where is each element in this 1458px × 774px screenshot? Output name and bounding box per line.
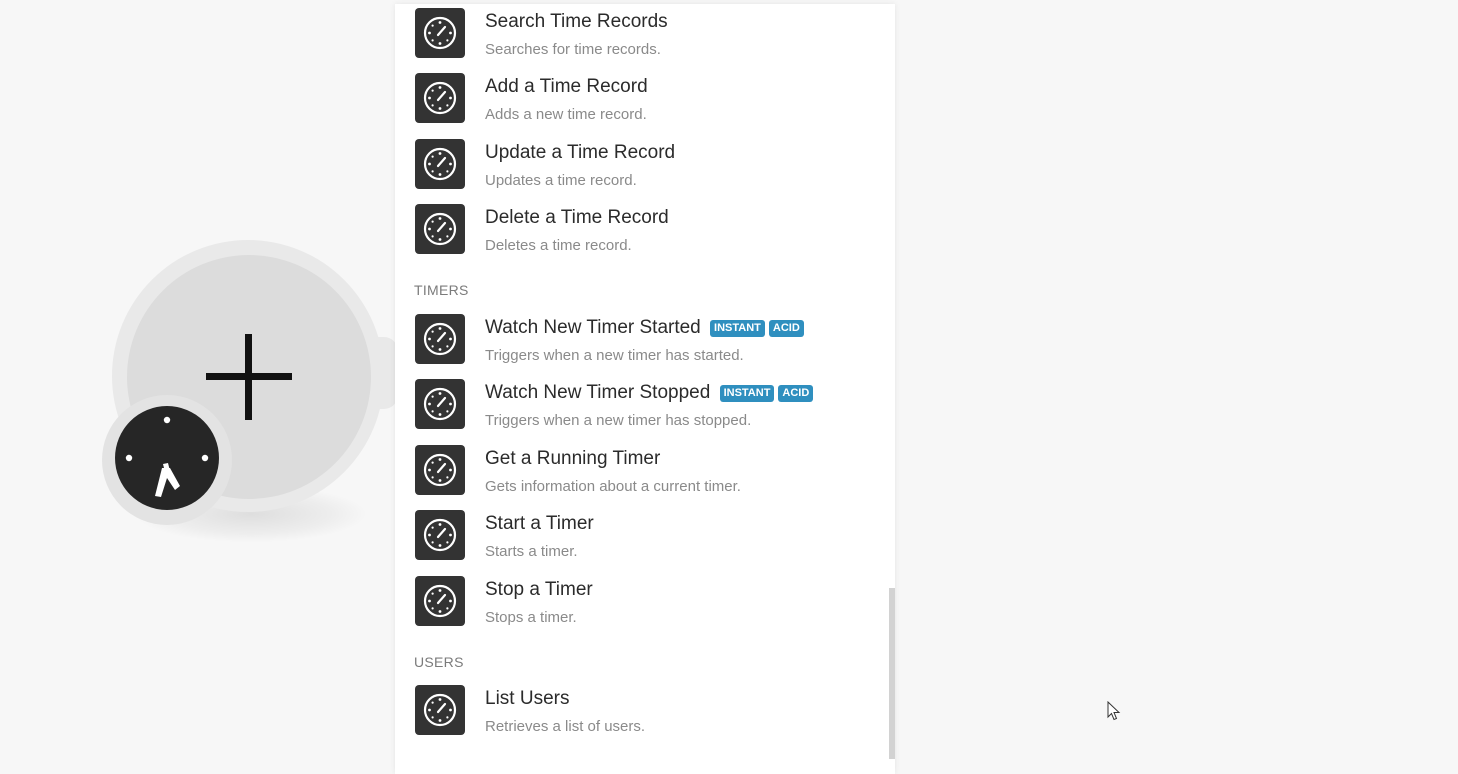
stopwatch-icon bbox=[415, 445, 465, 495]
item-title: Get a Running Timer bbox=[485, 448, 661, 469]
stopwatch-icon bbox=[415, 139, 465, 189]
item-description: Updates a time record. bbox=[485, 172, 637, 189]
module-connector-tab bbox=[370, 337, 398, 409]
item-description: Deletes a time record. bbox=[485, 237, 632, 254]
item-title-row: Watch New Timer Started INSTANT ACID bbox=[485, 316, 804, 340]
list-item-start-timer[interactable]: Start a Timer Starts a timer. bbox=[415, 510, 885, 568]
item-title: List Users bbox=[485, 688, 570, 709]
stopwatch-icon bbox=[415, 379, 465, 429]
stopwatch-icon bbox=[415, 204, 465, 254]
list-item-get-running-timer[interactable]: Get a Running Timer Gets information abo… bbox=[415, 445, 885, 503]
instant-badge: INSTANT bbox=[710, 320, 765, 337]
mouse-cursor-icon bbox=[1107, 701, 1121, 721]
stopwatch-icon bbox=[415, 510, 465, 560]
acid-badge: ACID bbox=[768, 320, 804, 337]
panel-scrollbar[interactable] bbox=[889, 588, 895, 759]
item-description: Triggers when a new timer has started. bbox=[485, 347, 744, 364]
section-header-timers: TIMERS bbox=[414, 282, 469, 298]
section-header-users: USERS bbox=[414, 654, 464, 670]
item-description: Starts a timer. bbox=[485, 543, 578, 560]
list-item-delete-time-record[interactable]: Delete a Time Record Deletes a time reco… bbox=[415, 204, 885, 262]
item-title: Delete a Time Record bbox=[485, 207, 669, 228]
list-item-list-users[interactable]: List Users Retrieves a list of users. bbox=[415, 685, 885, 743]
list-item-add-time-record[interactable]: Add a Time Record Adds a new time record… bbox=[415, 73, 885, 131]
item-description: Retrieves a list of users. bbox=[485, 718, 646, 735]
list-item-search-time-records[interactable]: Search Time Records Searches for time re… bbox=[415, 8, 885, 66]
stopwatch-icon bbox=[415, 8, 465, 58]
item-description: Adds a new time record. bbox=[485, 106, 647, 123]
clock-icon[interactable] bbox=[115, 406, 219, 510]
stopwatch-icon bbox=[415, 314, 465, 364]
item-title: Watch New Timer Started bbox=[485, 317, 701, 338]
list-item-stop-timer[interactable]: Stop a Timer Stops a timer. bbox=[415, 576, 885, 634]
item-description: Gets information about a current timer. bbox=[485, 478, 741, 495]
list-item-watch-new-timer-started[interactable]: Watch New Timer Started INSTANT ACID Trig… bbox=[415, 314, 885, 372]
item-title: Add a Time Record bbox=[485, 76, 648, 97]
item-description: Triggers when a new timer has stopped. bbox=[485, 412, 752, 429]
stopwatch-icon bbox=[415, 73, 465, 123]
instant-badge: INSTANT bbox=[719, 385, 775, 402]
item-title: Start a Timer bbox=[485, 513, 594, 534]
list-item-watch-new-timer-stopped[interactable]: Watch New Timer Stopped INSTANT ACID Trig… bbox=[415, 379, 885, 437]
item-description: Searches for time records. bbox=[485, 41, 661, 58]
item-title: Watch New Timer Stopped bbox=[485, 382, 711, 403]
item-title: Stop a Timer bbox=[485, 579, 593, 600]
list-item-update-time-record[interactable]: Update a Time Record Updates a time reco… bbox=[415, 139, 885, 197]
item-description: Stops a timer. bbox=[485, 609, 577, 626]
acid-badge: ACID bbox=[778, 385, 814, 402]
stopwatch-icon bbox=[415, 685, 465, 735]
item-title: Update a Time Record bbox=[485, 142, 676, 163]
stopwatch-icon bbox=[415, 576, 465, 626]
item-title: Search Time Records bbox=[485, 11, 668, 32]
item-title-row: Watch New Timer Stopped INSTANT ACID bbox=[485, 381, 814, 405]
